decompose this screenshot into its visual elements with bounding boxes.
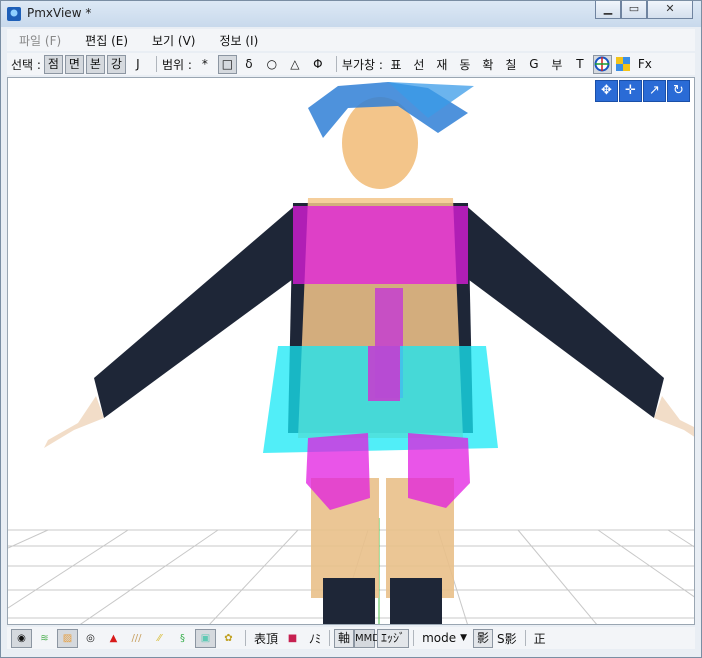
move-icon[interactable]: ✛ xyxy=(619,80,642,102)
sub-window-button[interactable]: 선 xyxy=(409,56,429,73)
range-circle-button[interactable]: ○ xyxy=(262,57,282,71)
target-icon[interactable] xyxy=(592,54,612,74)
select-bone-button[interactable]: 본 xyxy=(85,54,105,74)
sub-window-button[interactable]: 동 xyxy=(455,56,475,73)
model-scene xyxy=(8,82,694,624)
sub-window-button[interactable]: T xyxy=(570,57,590,71)
maximize-button[interactable]: ▭ xyxy=(621,1,647,19)
front-view-button[interactable]: 正 xyxy=(534,630,546,647)
panel-display-icon[interactable]: ▣ xyxy=(195,628,216,648)
line-display-icon[interactable]: /// xyxy=(126,629,147,648)
select-rigid-button[interactable]: 강 xyxy=(106,54,126,74)
expression-label[interactable]: 表頂 xyxy=(254,630,278,647)
range-rect-button[interactable]: □ xyxy=(217,54,237,74)
right-boot xyxy=(390,578,442,624)
self-shadow-button[interactable]: S影 xyxy=(497,630,517,647)
bottom-toolbar: ◉ ≋ ▨ ◎ ▲ /// ⁄⁄ § ▣ ✿ 表頂 ■ ﾉﾐ 軸 MMD ｴｯｼ… xyxy=(7,627,695,649)
sub-window-button[interactable]: 표 xyxy=(386,56,406,73)
statusbar-separator xyxy=(413,630,415,646)
waist-rigid-body xyxy=(368,346,400,401)
sub-window-button[interactable]: 부 xyxy=(547,56,567,73)
select-label: 선택 : xyxy=(11,57,41,72)
vertex-display-icon[interactable]: ◉ xyxy=(11,628,32,648)
select-joint-button[interactable]: J xyxy=(128,57,148,71)
minimize-button[interactable]: ▁ xyxy=(595,1,621,19)
toolbar-separator xyxy=(155,56,157,72)
close-button[interactable]: ✕ xyxy=(647,1,693,19)
mmd-icon[interactable]: MMD xyxy=(354,628,380,648)
menu-bar: 파일 (F) 편집 (E) 보기 (V) 정보 (I) xyxy=(7,29,695,51)
axis-button[interactable]: 軸 xyxy=(334,628,355,648)
shadow-button[interactable]: 影 xyxy=(473,628,494,648)
refresh-rotate-icon[interactable]: ↻ xyxy=(667,80,690,102)
range-all-button[interactable]: * xyxy=(195,57,215,71)
fx-button[interactable]: Fx xyxy=(635,57,655,71)
sub-window-button[interactable]: 확 xyxy=(478,56,498,73)
edge-button[interactable]: ｴｯｼﾞ xyxy=(377,628,410,648)
app-icon xyxy=(7,7,21,21)
range-label: 범위 : xyxy=(161,57,192,72)
statusbar-separator xyxy=(245,630,246,646)
chest-rigid-body xyxy=(293,206,468,284)
mode-dropdown[interactable]: mode xyxy=(422,631,456,645)
sub-window-button[interactable]: 칠 xyxy=(501,56,521,73)
view-nav-icons: ✥ ✛ ↗ ↻ xyxy=(595,80,690,102)
range-delta-button[interactable]: δ xyxy=(239,57,259,71)
statusbar-separator xyxy=(524,630,526,646)
weight-display-icon[interactable]: ≋ xyxy=(34,629,55,648)
grid-icon-graphic xyxy=(616,56,631,71)
normal-label[interactable]: ﾉﾐ xyxy=(309,630,321,647)
menu-info[interactable]: 정보 (I) xyxy=(219,32,258,49)
range-phi-button[interactable]: Φ xyxy=(308,57,328,71)
window-title: PmxView * xyxy=(27,6,92,20)
sub-window-label: 부가창 : xyxy=(341,57,383,72)
sub-window-button[interactable]: G xyxy=(524,57,544,71)
misc-display-icon[interactable]: ✿ xyxy=(218,629,239,648)
pmxview-window: PmxView * ▁ ▭ ✕ 파일 (F) 편집 (E) 보기 (V) 정보 … xyxy=(0,0,702,658)
target-icon-graphic xyxy=(594,56,610,71)
right-hand xyxy=(654,396,694,437)
move-all-icon[interactable]: ✥ xyxy=(595,80,618,102)
statusbar-separator xyxy=(329,630,331,646)
menu-file[interactable]: 파일 (F) xyxy=(19,32,61,49)
left-hand xyxy=(44,396,104,448)
link-display-icon[interactable]: § xyxy=(172,629,193,648)
sub-window-button[interactable]: 재 xyxy=(432,56,452,73)
grid-icon[interactable] xyxy=(614,55,633,74)
bone-display-icon[interactable]: ⁄⁄ xyxy=(149,629,170,648)
texture-display-icon[interactable]: ▨ xyxy=(57,628,78,648)
select-vertex-button[interactable]: 점 xyxy=(43,54,63,74)
menu-view[interactable]: 보기 (V) xyxy=(152,32,195,49)
chevron-down-icon[interactable]: ▼ xyxy=(460,633,467,643)
select-face-button[interactable]: 면 xyxy=(64,54,84,74)
material-color-icon[interactable]: ■ xyxy=(282,629,303,648)
circle-display-icon[interactable]: ◎ xyxy=(80,629,101,648)
right-thigh-rigid-body xyxy=(408,433,470,508)
range-triangle-button[interactable]: △ xyxy=(285,57,305,71)
3d-viewport[interactable]: ✥ ✛ ↗ ↻ xyxy=(7,77,695,625)
left-boot xyxy=(323,578,375,624)
selection-toolbar: 선택 : 점 면 본 강 J 범위 : * □ δ ○ △ Φ 부가창 : 표 … xyxy=(7,53,695,75)
triangle-display-icon[interactable]: ▲ xyxy=(103,629,124,648)
toolbar-separator xyxy=(335,56,337,72)
menu-edit[interactable]: 편집 (E) xyxy=(85,32,128,49)
rotate-axis-icon[interactable]: ↗ xyxy=(643,80,666,102)
title-bar: PmxView * ▁ ▭ ✕ xyxy=(1,1,701,27)
